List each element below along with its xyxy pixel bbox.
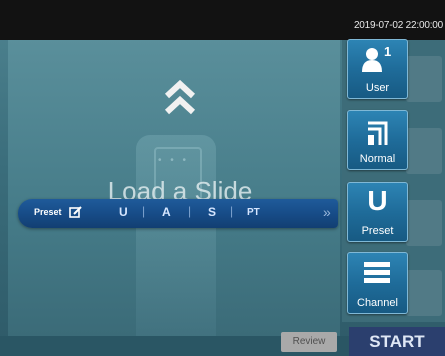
- ghost-panel: [406, 56, 442, 102]
- review-button[interactable]: Review: [281, 332, 337, 352]
- slide-holder-dots: • • •: [158, 155, 190, 166]
- datetime: 2019-07-02 22:00:00: [353, 20, 443, 31]
- ghost-panel: [406, 200, 442, 246]
- start-button[interactable]: START: [349, 327, 445, 356]
- status-bar: 2019-07-02 22:00:00: [0, 0, 445, 40]
- preset-separator: |: [142, 204, 146, 218]
- normal-mode-button[interactable]: Normal: [347, 110, 408, 170]
- load-arrow-icon: [164, 79, 196, 115]
- user-button-label: User: [365, 82, 390, 94]
- preset-option-s[interactable]: S: [208, 205, 216, 219]
- ghost-panel: [406, 270, 442, 316]
- ghost-panel: [406, 128, 442, 174]
- slide-holder-graphic: • • •: [136, 135, 216, 345]
- channel-button-label: Channel: [357, 297, 398, 309]
- normal-mode-label: Normal: [359, 153, 396, 165]
- preset-option-a[interactable]: A: [162, 205, 171, 219]
- channel-button[interactable]: Channel: [347, 252, 408, 314]
- instrument-screen: 2019-07-02 22:00:00 • • • Load a Slide P…: [0, 0, 445, 356]
- preset-separator: |: [188, 204, 192, 218]
- preset-glyph: U: [367, 185, 388, 216]
- preset-bar-label: Preset: [34, 207, 62, 217]
- user-button[interactable]: 1 User: [347, 39, 408, 99]
- preset-button-label: Preset: [361, 225, 394, 237]
- preset-bar[interactable]: Preset U | A | S | PT »: [18, 199, 338, 228]
- edit-icon[interactable]: [69, 205, 83, 219]
- list-icon: [364, 262, 390, 283]
- preset-more-chevron[interactable]: »: [323, 204, 331, 220]
- stacked-frames-icon: [368, 121, 388, 145]
- preset-separator: |: [230, 204, 234, 218]
- user-badge: 1: [384, 44, 392, 59]
- preset-button[interactable]: U Preset: [347, 182, 408, 242]
- preset-option-pt[interactable]: PT: [247, 207, 260, 218]
- preset-option-u[interactable]: U: [119, 205, 128, 219]
